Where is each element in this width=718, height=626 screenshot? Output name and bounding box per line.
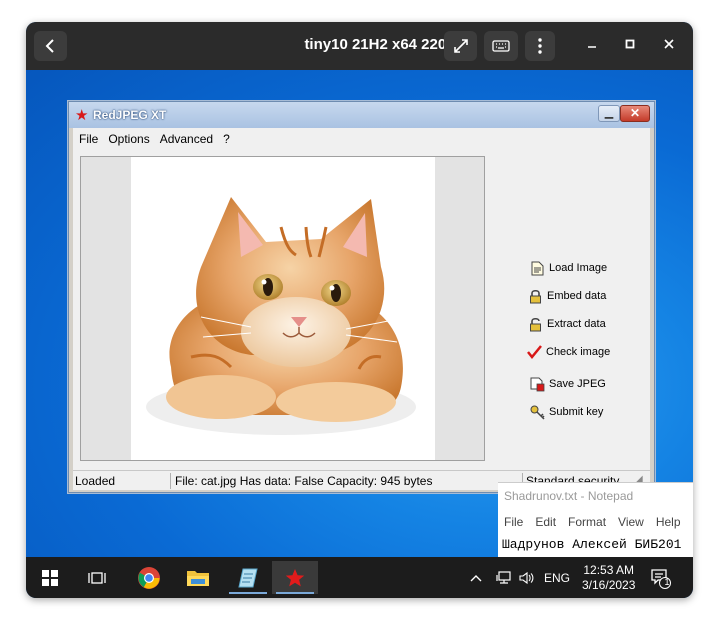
submit-key-label: Submit key: [549, 406, 604, 418]
chrome-taskbar-button[interactable]: [126, 561, 172, 594]
status-state: Loaded: [75, 474, 116, 488]
check-image-label: Check image: [546, 346, 611, 358]
network-icon: [496, 570, 511, 584]
minimize-icon: [588, 46, 596, 48]
save-jpeg-button[interactable]: Save JPEG: [529, 373, 606, 395]
menu-help[interactable]: ?: [217, 128, 234, 150]
notepad-icon: [238, 568, 258, 587]
task-view-button[interactable]: [74, 561, 120, 594]
embed-data-label: Embed data: [547, 290, 607, 302]
keyboard-button[interactable]: [484, 31, 518, 61]
status-separator: [170, 473, 171, 489]
redjpeg-taskbar-button[interactable]: [272, 561, 318, 594]
checkmark-icon: [526, 344, 542, 360]
start-button[interactable]: [27, 561, 73, 594]
menu-options[interactable]: Options: [102, 128, 153, 150]
fullscreen-icon: [453, 39, 468, 53]
show-hidden-icons-button[interactable]: [470, 557, 482, 598]
notepad-menu-help[interactable]: Help: [650, 515, 687, 529]
load-image-button[interactable]: Load Image: [529, 257, 607, 279]
action-center-button[interactable]: 1: [650, 557, 672, 598]
menu-file[interactable]: File: [73, 128, 102, 150]
language-indicator[interactable]: ENG: [544, 557, 570, 598]
clock[interactable]: 12:53 AM 3/16/2023: [582, 557, 635, 598]
menubar: File Options Advanced ?: [73, 128, 650, 150]
chrome-icon: [138, 566, 160, 589]
more-button[interactable]: [525, 31, 555, 61]
volume-icon: [519, 571, 534, 584]
document-icon: [529, 260, 545, 276]
redjpeg-minimize-button[interactable]: ▁: [598, 105, 620, 122]
status-file-info: File: cat.jpg Has data: False Capacity: …: [175, 474, 433, 488]
fullscreen-button[interactable]: [444, 31, 477, 61]
extract-data-label: Extract data: [547, 318, 606, 330]
task-view-icon: [88, 571, 106, 584]
explorer-taskbar-button[interactable]: [175, 561, 221, 594]
chevron-up-icon: [470, 574, 482, 581]
cat-photo-illustration: [146, 197, 416, 435]
redjpeg-star-icon: ★: [75, 107, 89, 124]
viewer-maximize-button[interactable]: [620, 36, 640, 54]
desktop: ★ RedJPEG XT ▁ ✕ File Options Advanced ?: [26, 70, 693, 558]
notepad-menubar: File Edit Format View Help: [498, 515, 693, 529]
notepad-title: Shadrunov.txt - Notepad: [504, 489, 634, 503]
check-image-button[interactable]: Check image: [526, 341, 610, 363]
taskbar: ENG 12:53 AM 3/16/2023 1: [26, 557, 693, 598]
submit-key-button[interactable]: Submit key: [529, 401, 603, 423]
network-button[interactable]: [496, 557, 512, 598]
redjpeg-body: File Options Advanced ? Load Image Embed…: [73, 128, 650, 490]
save-jpeg-label: Save JPEG: [549, 378, 606, 390]
file-explorer-icon: [187, 570, 209, 586]
viewer-minimize-button[interactable]: [582, 36, 602, 54]
notepad-menu-format[interactable]: Format: [562, 515, 612, 529]
maximize-icon: [625, 39, 635, 49]
image-preview-panel: [80, 156, 485, 461]
cat-image: [131, 157, 435, 460]
embed-data-button[interactable]: Embed data: [527, 285, 606, 307]
key-icon: [529, 404, 545, 420]
notepad-menu-view[interactable]: View: [612, 515, 650, 529]
clock-date: 3/16/2023: [582, 577, 636, 592]
notepad-menu-edit[interactable]: Edit: [529, 515, 562, 529]
extract-data-button[interactable]: Extract data: [527, 313, 606, 335]
clock-time: 12:53 AM: [583, 562, 635, 577]
notification-count: 1: [664, 577, 670, 587]
menu-advanced[interactable]: Advanced: [154, 128, 217, 150]
redjpeg-titlebar[interactable]: ★ RedJPEG XT ▁ ✕: [69, 102, 654, 128]
close-icon: [664, 39, 674, 49]
volume-button[interactable]: [519, 557, 535, 598]
redjpeg-title: RedJPEG XT: [93, 108, 167, 122]
viewer-close-button[interactable]: [659, 36, 679, 54]
keyboard-icon: [492, 40, 510, 52]
notepad-menu-file[interactable]: File: [498, 515, 529, 529]
redjpeg-window: ★ RedJPEG XT ▁ ✕ File Options Advanced ?: [68, 101, 655, 493]
windows-start-icon: [42, 569, 58, 586]
lock-icon: [527, 288, 543, 304]
notepad-taskbar-button[interactable]: [225, 561, 271, 594]
redjpeg-icon: [285, 568, 305, 586]
unlock-icon: [527, 316, 543, 332]
save-icon: [529, 376, 545, 392]
notepad-window[interactable]: Shadrunov.txt - Notepad File Edit Format…: [498, 482, 693, 558]
redjpeg-close-button[interactable]: ✕: [620, 105, 650, 122]
remote-viewer-window: tiny10 21H2 x64 2209 ★ RedJPEG XT ▁ ✕ Fi…: [26, 22, 693, 598]
load-image-label: Load Image: [549, 262, 608, 274]
more-vertical-icon: [538, 38, 542, 54]
running-indicator: [229, 592, 267, 594]
viewer-toolbar: tiny10 21H2 x64 2209: [26, 22, 693, 70]
running-indicator: [276, 592, 314, 594]
notepad-text[interactable]: Шадрунов Алексей БИБ201: [502, 537, 681, 552]
